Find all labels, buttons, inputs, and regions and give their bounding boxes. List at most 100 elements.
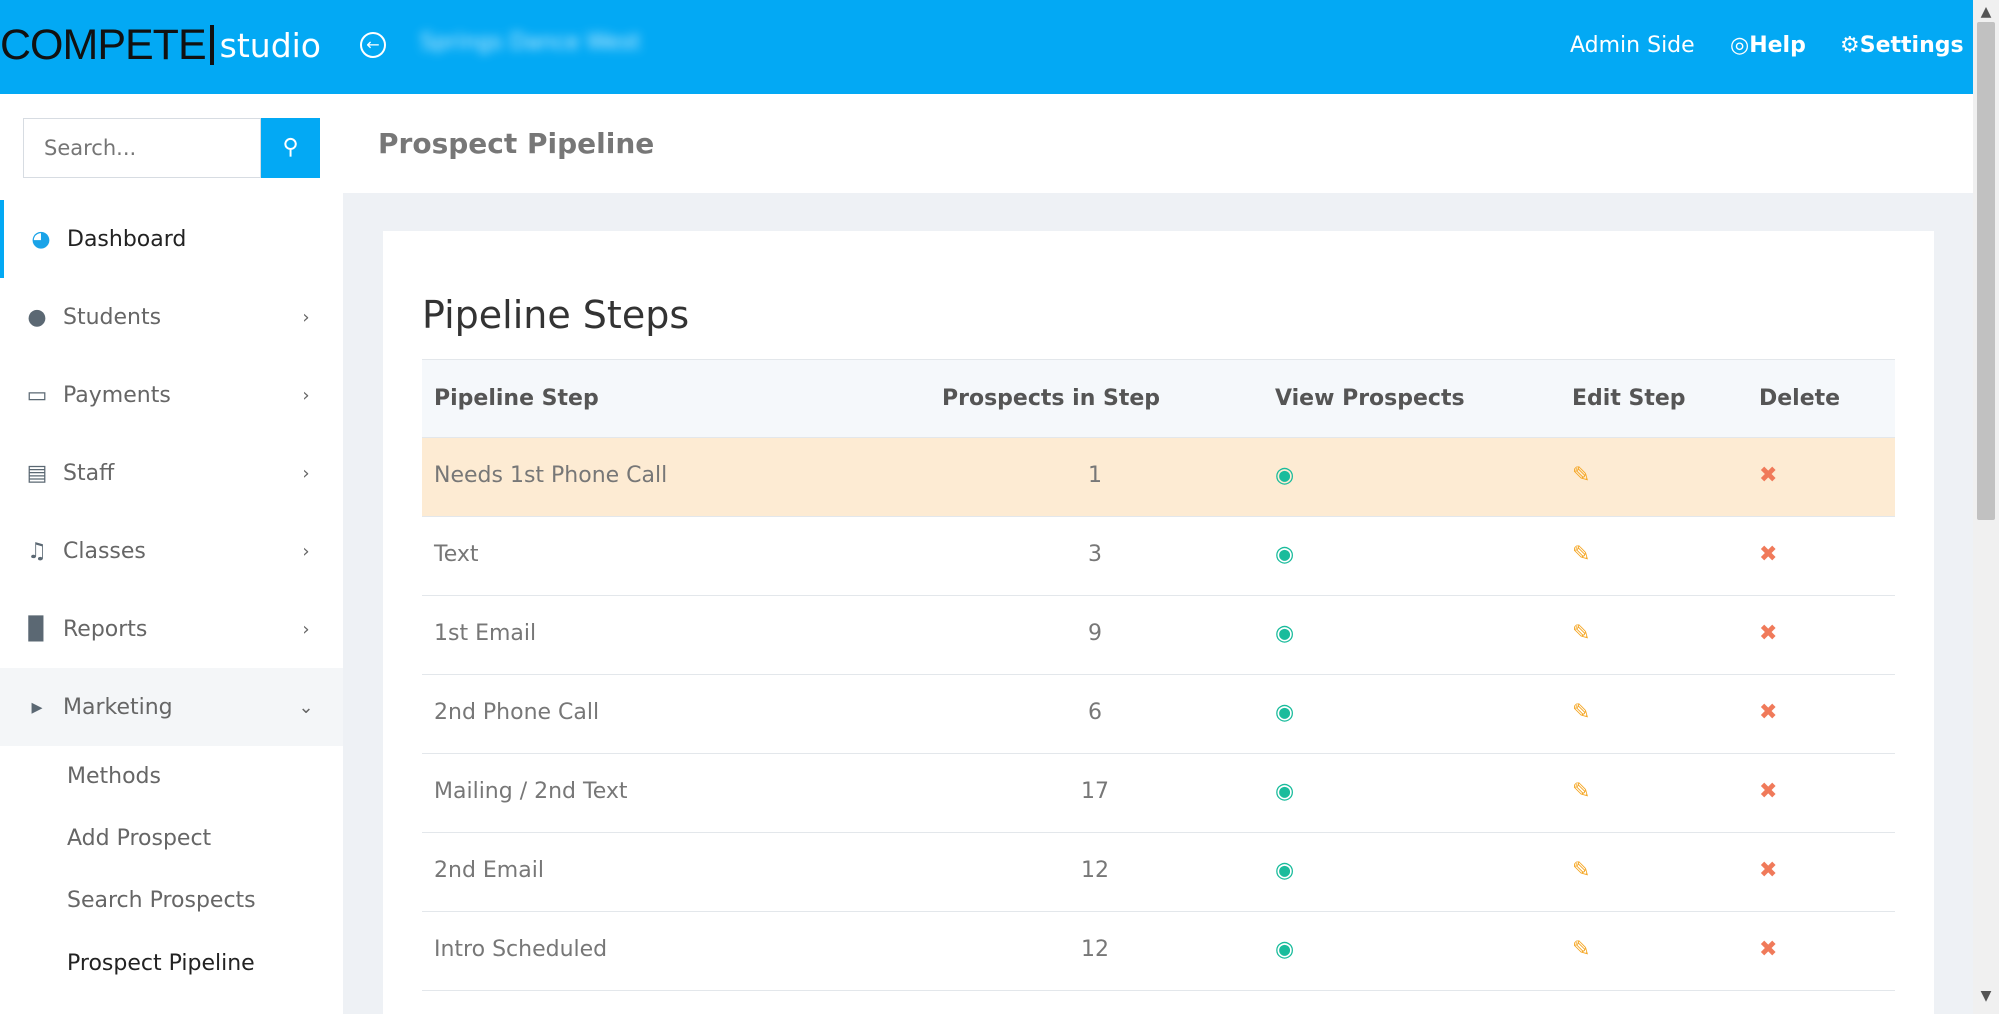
sidebar-item-reports[interactable]: ▉ Reports ›	[0, 590, 343, 668]
search-button[interactable]: ⚲	[261, 118, 320, 178]
view-prospects-icon[interactable]: ◉	[1275, 542, 1294, 567]
table-row: Intro Scheduled 12 ◉ ✎ ✖	[422, 912, 1895, 991]
chevron-right-icon: ›	[302, 306, 310, 328]
scroll-down-arrow-icon[interactable]: ▼	[1973, 988, 1999, 1004]
step-name: Needs 1st Phone Call	[434, 463, 668, 488]
settings-label: Settings	[1859, 33, 1964, 58]
help-label: Help	[1749, 33, 1806, 58]
scroll-up-arrow-icon[interactable]: ▲	[1973, 4, 1999, 20]
prospect-count: 3	[1088, 542, 1102, 567]
logo-divider	[209, 25, 214, 65]
table-row: 1st Email 9 ◉ ✎ ✖	[422, 596, 1895, 675]
sitemap-icon: ▤	[26, 460, 48, 486]
prospect-count: 17	[1081, 779, 1109, 804]
sidebar-item-label: Staff	[63, 460, 115, 486]
sidebar-item-label: Marketing	[63, 694, 173, 720]
sidebar-subitem-prospect-pipeline[interactable]: Prospect Pipeline	[67, 951, 255, 976]
table-header: Pipeline Step Prospects in Step View Pro…	[422, 359, 1895, 438]
search-input[interactable]	[23, 118, 261, 178]
delete-step-icon[interactable]: ✖	[1759, 937, 1777, 962]
table-row: Text 3 ◉ ✎ ✖	[422, 517, 1895, 596]
sidebar-item-marketing[interactable]: ▸ Marketing ⌄	[0, 668, 343, 746]
view-prospects-icon[interactable]: ◉	[1275, 937, 1294, 962]
edit-step-icon[interactable]: ✎	[1572, 937, 1590, 962]
logo[interactable]: COMPETE studio	[0, 20, 321, 70]
sidebar-item-dashboard[interactable]: ◕ Dashboard	[0, 200, 343, 278]
column-header-view: View Prospects	[1275, 386, 1465, 411]
delete-step-icon[interactable]: ✖	[1759, 858, 1777, 883]
table-row: Mailing / 2nd Text 17 ◉ ✎ ✖	[422, 754, 1895, 833]
megaphone-icon: ▸	[31, 694, 43, 720]
page-title: Prospect Pipeline	[378, 127, 655, 160]
prospect-count: 12	[1081, 858, 1109, 883]
delete-step-icon[interactable]: ✖	[1759, 463, 1777, 488]
lifebuoy-icon: ◎	[1730, 33, 1750, 58]
sidebar-subitem-methods[interactable]: Methods	[67, 764, 161, 789]
step-name: Intro Scheduled	[434, 937, 608, 962]
sidebar-item-payments[interactable]: ▭ Payments ›	[0, 356, 343, 434]
sidebar-item-label: Classes	[63, 538, 146, 564]
delete-step-icon[interactable]: ✖	[1759, 621, 1777, 646]
step-name: Mailing / 2nd Text	[434, 779, 628, 804]
edit-step-icon[interactable]: ✎	[1572, 463, 1590, 488]
chevron-right-icon: ›	[302, 540, 310, 562]
column-header-step: Pipeline Step	[434, 386, 599, 411]
users-icon: ●	[27, 304, 47, 330]
credit-card-icon: ▭	[26, 382, 48, 408]
edit-step-icon[interactable]: ✎	[1572, 858, 1590, 883]
search-icon: ⚲	[282, 135, 299, 160]
sidebar: ⚲ ◕ Dashboard ● Students › ▭ Payments › …	[0, 94, 343, 1014]
view-prospects-icon[interactable]: ◉	[1275, 621, 1294, 646]
sidebar-item-classes[interactable]: ♫ Classes ›	[0, 512, 343, 590]
step-name: Text	[434, 542, 479, 567]
step-name: 1st Email	[434, 621, 537, 646]
studio-name: Springs Dance West	[420, 30, 641, 55]
prospect-count: 12	[1081, 937, 1109, 962]
pipeline-card: Pipeline Steps Pipeline Step Prospects i…	[383, 231, 1934, 1014]
column-header-count: Prospects in Step	[942, 386, 1161, 411]
prospect-count: 6	[1088, 700, 1102, 725]
table-row: 2nd Email 12 ◉ ✎ ✖	[422, 833, 1895, 912]
view-prospects-icon[interactable]: ◉	[1275, 779, 1294, 804]
edit-step-icon[interactable]: ✎	[1572, 542, 1590, 567]
page-scrollbar[interactable]: ▲ ▼	[1973, 0, 1999, 1014]
edit-step-icon[interactable]: ✎	[1572, 621, 1590, 646]
pipeline-table: Pipeline Step Prospects in Step View Pro…	[422, 359, 1895, 991]
sidebar-item-staff[interactable]: ▤ Staff ›	[0, 434, 343, 512]
step-name: 2nd Phone Call	[434, 700, 600, 725]
view-prospects-icon[interactable]: ◉	[1275, 700, 1294, 725]
sidebar-subitem-search-prospects[interactable]: Search Prospects	[67, 888, 256, 913]
chevron-down-icon: ⌄	[298, 696, 314, 718]
delete-step-icon[interactable]: ✖	[1759, 700, 1777, 725]
bell-icon: ♫	[27, 538, 47, 564]
table-row: Needs 1st Phone Call 1 ◉ ✎ ✖	[422, 438, 1895, 517]
chevron-right-icon: ›	[302, 618, 310, 640]
delete-step-icon[interactable]: ✖	[1759, 542, 1777, 567]
chevron-right-icon: ›	[302, 384, 310, 406]
help-link[interactable]: ◎Help	[1730, 33, 1806, 58]
table-body: Needs 1st Phone Call 1 ◉ ✎ ✖ Text 3 ◉ ✎ ✖ 1st Emai…	[422, 438, 1895, 991]
settings-link[interactable]: ⚙Settings	[1840, 33, 1964, 58]
prospect-count: 1	[1088, 463, 1102, 488]
view-prospects-icon[interactable]: ◉	[1275, 858, 1294, 883]
sidebar-subitem-add-prospect[interactable]: Add Prospect	[67, 826, 211, 851]
sidebar-item-students[interactable]: ● Students ›	[0, 278, 343, 356]
view-prospects-icon[interactable]: ◉	[1275, 463, 1294, 488]
scroll-thumb[interactable]	[1977, 22, 1995, 520]
edit-step-icon[interactable]: ✎	[1572, 779, 1590, 804]
admin-side-link[interactable]: Admin Side	[1570, 33, 1695, 58]
top-bar: COMPETE studio ← Springs Dance West Admi…	[0, 0, 1973, 94]
back-arrow-icon[interactable]: ←	[360, 32, 386, 58]
dashboard-icon: ◕	[31, 226, 51, 252]
delete-step-icon[interactable]: ✖	[1759, 779, 1777, 804]
column-header-delete: Delete	[1759, 386, 1841, 411]
column-header-edit: Edit Step	[1572, 386, 1686, 411]
sidebar-item-label: Dashboard	[67, 226, 187, 252]
edit-step-icon[interactable]: ✎	[1572, 700, 1590, 725]
prospect-count: 9	[1088, 621, 1102, 646]
page-header: Prospect Pipeline	[343, 94, 1973, 193]
sidebar-item-label: Students	[63, 304, 162, 330]
gear-icon: ⚙	[1840, 33, 1860, 58]
sidebar-item-label: Reports	[63, 616, 148, 642]
chevron-right-icon: ›	[302, 462, 310, 484]
